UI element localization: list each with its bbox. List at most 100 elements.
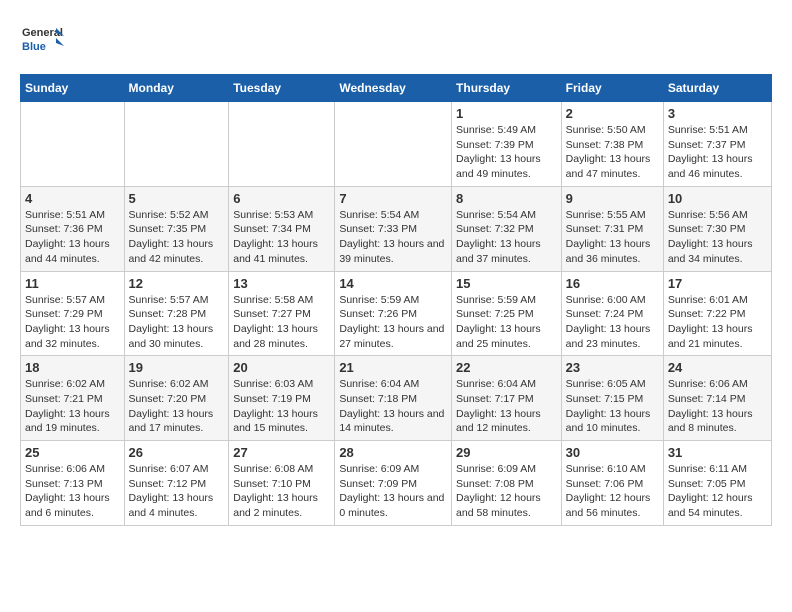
day-number: 15: [456, 276, 557, 291]
day-info: Sunrise: 6:11 AMSunset: 7:05 PMDaylight:…: [668, 462, 767, 521]
day-info: Sunrise: 6:08 AMSunset: 7:10 PMDaylight:…: [233, 462, 330, 521]
day-number: 17: [668, 276, 767, 291]
calendar-cell: 27 Sunrise: 6:08 AMSunset: 7:10 PMDaylig…: [229, 441, 335, 526]
day-info: Sunrise: 5:51 AMSunset: 7:36 PMDaylight:…: [25, 208, 120, 267]
weekday-header-saturday: Saturday: [663, 75, 771, 102]
day-number: 8: [456, 191, 557, 206]
calendar-cell: 13 Sunrise: 5:58 AMSunset: 7:27 PMDaylig…: [229, 271, 335, 356]
day-info: Sunrise: 6:09 AMSunset: 7:09 PMDaylight:…: [339, 462, 447, 521]
day-number: 4: [25, 191, 120, 206]
week-row-4: 18 Sunrise: 6:02 AMSunset: 7:21 PMDaylig…: [21, 356, 772, 441]
calendar-cell: 2 Sunrise: 5:50 AMSunset: 7:38 PMDayligh…: [561, 102, 663, 187]
day-info: Sunrise: 6:07 AMSunset: 7:12 PMDaylight:…: [129, 462, 225, 521]
day-number: 12: [129, 276, 225, 291]
week-row-5: 25 Sunrise: 6:06 AMSunset: 7:13 PMDaylig…: [21, 441, 772, 526]
day-info: Sunrise: 5:50 AMSunset: 7:38 PMDaylight:…: [566, 123, 659, 182]
calendar-cell: 12 Sunrise: 5:57 AMSunset: 7:28 PMDaylig…: [124, 271, 229, 356]
calendar-cell: 5 Sunrise: 5:52 AMSunset: 7:35 PMDayligh…: [124, 186, 229, 271]
calendar-cell: 1 Sunrise: 5:49 AMSunset: 7:39 PMDayligh…: [452, 102, 562, 187]
day-number: 11: [25, 276, 120, 291]
day-number: 1: [456, 106, 557, 121]
day-info: Sunrise: 6:06 AMSunset: 7:13 PMDaylight:…: [25, 462, 120, 521]
day-number: 14: [339, 276, 447, 291]
calendar-cell: 21 Sunrise: 6:04 AMSunset: 7:18 PMDaylig…: [335, 356, 452, 441]
calendar-cell: 15 Sunrise: 5:59 AMSunset: 7:25 PMDaylig…: [452, 271, 562, 356]
day-number: 5: [129, 191, 225, 206]
calendar-cell: 4 Sunrise: 5:51 AMSunset: 7:36 PMDayligh…: [21, 186, 125, 271]
day-info: Sunrise: 5:51 AMSunset: 7:37 PMDaylight:…: [668, 123, 767, 182]
weekday-header-tuesday: Tuesday: [229, 75, 335, 102]
day-info: Sunrise: 5:59 AMSunset: 7:25 PMDaylight:…: [456, 293, 557, 352]
calendar-cell: 30 Sunrise: 6:10 AMSunset: 7:06 PMDaylig…: [561, 441, 663, 526]
day-number: 3: [668, 106, 767, 121]
day-info: Sunrise: 5:54 AMSunset: 7:33 PMDaylight:…: [339, 208, 447, 267]
day-number: 29: [456, 445, 557, 460]
calendar-cell: 26 Sunrise: 6:07 AMSunset: 7:12 PMDaylig…: [124, 441, 229, 526]
weekday-header-wednesday: Wednesday: [335, 75, 452, 102]
calendar-cell: [335, 102, 452, 187]
calendar-cell: 25 Sunrise: 6:06 AMSunset: 7:13 PMDaylig…: [21, 441, 125, 526]
calendar-cell: 9 Sunrise: 5:55 AMSunset: 7:31 PMDayligh…: [561, 186, 663, 271]
day-number: 30: [566, 445, 659, 460]
day-number: 31: [668, 445, 767, 460]
day-number: 23: [566, 360, 659, 375]
day-number: 16: [566, 276, 659, 291]
day-number: 21: [339, 360, 447, 375]
day-info: Sunrise: 6:10 AMSunset: 7:06 PMDaylight:…: [566, 462, 659, 521]
calendar-cell: 19 Sunrise: 6:02 AMSunset: 7:20 PMDaylig…: [124, 356, 229, 441]
day-info: Sunrise: 6:04 AMSunset: 7:17 PMDaylight:…: [456, 377, 557, 436]
week-row-1: 1 Sunrise: 5:49 AMSunset: 7:39 PMDayligh…: [21, 102, 772, 187]
calendar-cell: [21, 102, 125, 187]
day-number: 6: [233, 191, 330, 206]
day-number: 9: [566, 191, 659, 206]
calendar-cell: 29 Sunrise: 6:09 AMSunset: 7:08 PMDaylig…: [452, 441, 562, 526]
day-info: Sunrise: 5:57 AMSunset: 7:29 PMDaylight:…: [25, 293, 120, 352]
calendar-cell: 24 Sunrise: 6:06 AMSunset: 7:14 PMDaylig…: [663, 356, 771, 441]
day-info: Sunrise: 6:06 AMSunset: 7:14 PMDaylight:…: [668, 377, 767, 436]
calendar-cell: 16 Sunrise: 6:00 AMSunset: 7:24 PMDaylig…: [561, 271, 663, 356]
day-number: 18: [25, 360, 120, 375]
day-number: 20: [233, 360, 330, 375]
day-info: Sunrise: 5:55 AMSunset: 7:31 PMDaylight:…: [566, 208, 659, 267]
calendar-cell: 14 Sunrise: 5:59 AMSunset: 7:26 PMDaylig…: [335, 271, 452, 356]
weekday-header-thursday: Thursday: [452, 75, 562, 102]
day-info: Sunrise: 6:05 AMSunset: 7:15 PMDaylight:…: [566, 377, 659, 436]
day-info: Sunrise: 6:04 AMSunset: 7:18 PMDaylight:…: [339, 377, 447, 436]
day-number: 2: [566, 106, 659, 121]
day-number: 26: [129, 445, 225, 460]
day-number: 19: [129, 360, 225, 375]
svg-text:Blue: Blue: [22, 41, 46, 53]
calendar-cell: 10 Sunrise: 5:56 AMSunset: 7:30 PMDaylig…: [663, 186, 771, 271]
day-number: 13: [233, 276, 330, 291]
day-number: 7: [339, 191, 447, 206]
calendar-cell: 20 Sunrise: 6:03 AMSunset: 7:19 PMDaylig…: [229, 356, 335, 441]
weekday-header-row: SundayMondayTuesdayWednesdayThursdayFrid…: [21, 75, 772, 102]
weekday-header-friday: Friday: [561, 75, 663, 102]
calendar-cell: 28 Sunrise: 6:09 AMSunset: 7:09 PMDaylig…: [335, 441, 452, 526]
calendar-cell: [124, 102, 229, 187]
day-info: Sunrise: 6:00 AMSunset: 7:24 PMDaylight:…: [566, 293, 659, 352]
day-info: Sunrise: 5:49 AMSunset: 7:39 PMDaylight:…: [456, 123, 557, 182]
calendar-cell: 22 Sunrise: 6:04 AMSunset: 7:17 PMDaylig…: [452, 356, 562, 441]
weekday-header-monday: Monday: [124, 75, 229, 102]
day-number: 27: [233, 445, 330, 460]
calendar-cell: 7 Sunrise: 5:54 AMSunset: 7:33 PMDayligh…: [335, 186, 452, 271]
calendar-cell: 23 Sunrise: 6:05 AMSunset: 7:15 PMDaylig…: [561, 356, 663, 441]
day-number: 24: [668, 360, 767, 375]
calendar-cell: 31 Sunrise: 6:11 AMSunset: 7:05 PMDaylig…: [663, 441, 771, 526]
calendar-cell: 3 Sunrise: 5:51 AMSunset: 7:37 PMDayligh…: [663, 102, 771, 187]
week-row-3: 11 Sunrise: 5:57 AMSunset: 7:29 PMDaylig…: [21, 271, 772, 356]
logo-icon: General Blue: [20, 20, 64, 64]
day-info: Sunrise: 5:58 AMSunset: 7:27 PMDaylight:…: [233, 293, 330, 352]
calendar-table: SundayMondayTuesdayWednesdayThursdayFrid…: [20, 74, 772, 526]
week-row-2: 4 Sunrise: 5:51 AMSunset: 7:36 PMDayligh…: [21, 186, 772, 271]
calendar-cell: 18 Sunrise: 6:02 AMSunset: 7:21 PMDaylig…: [21, 356, 125, 441]
day-number: 28: [339, 445, 447, 460]
day-info: Sunrise: 5:56 AMSunset: 7:30 PMDaylight:…: [668, 208, 767, 267]
calendar-cell: 11 Sunrise: 5:57 AMSunset: 7:29 PMDaylig…: [21, 271, 125, 356]
day-info: Sunrise: 6:09 AMSunset: 7:08 PMDaylight:…: [456, 462, 557, 521]
page-header: General Blue: [20, 20, 772, 64]
day-info: Sunrise: 6:03 AMSunset: 7:19 PMDaylight:…: [233, 377, 330, 436]
day-number: 22: [456, 360, 557, 375]
day-info: Sunrise: 5:54 AMSunset: 7:32 PMDaylight:…: [456, 208, 557, 267]
